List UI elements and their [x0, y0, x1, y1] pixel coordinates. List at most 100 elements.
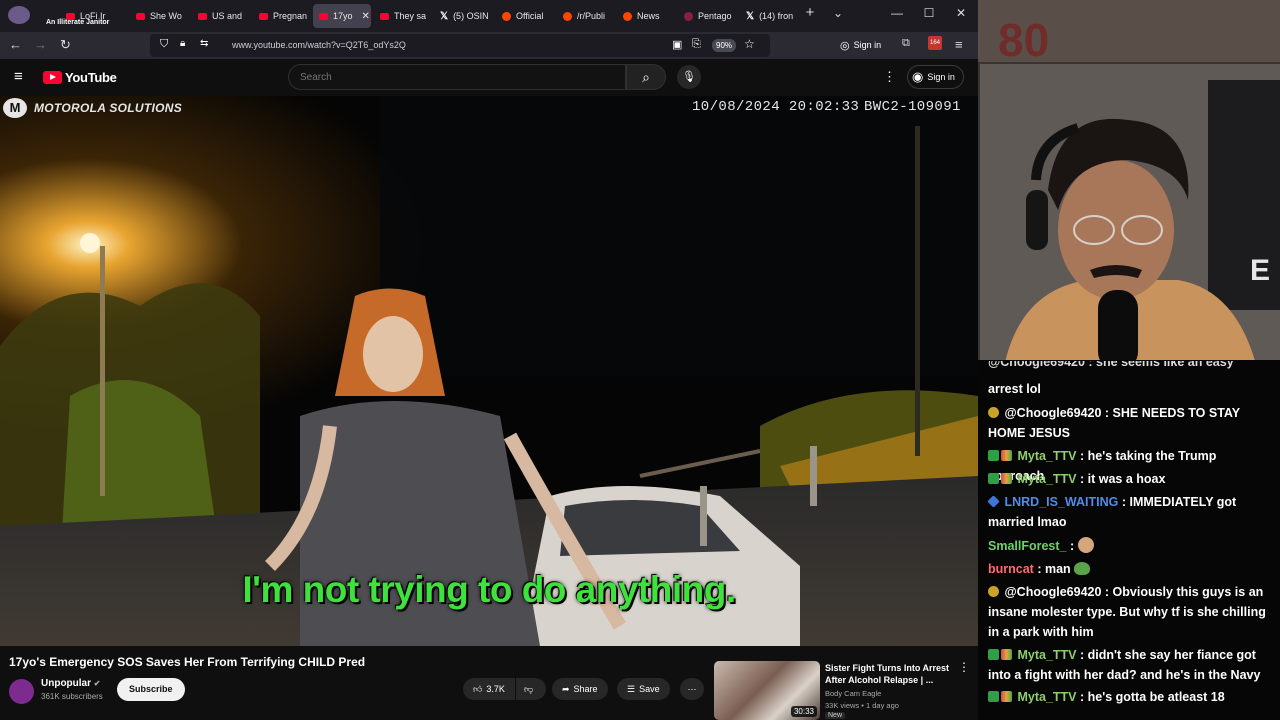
guide-menu-icon[interactable]: ≡ [14, 68, 23, 85]
browser-tab[interactable]: Official [496, 4, 554, 28]
save-button[interactable]: ☰ Save [617, 678, 670, 700]
recommended-channel[interactable]: Body Cam Eagle [825, 689, 881, 698]
url-text[interactable]: www.youtube.com/watch?v=Q2T6_odYs2Q [232, 40, 406, 50]
subscriber-count: 361K subscribers [41, 692, 103, 701]
browser-tab[interactable]: They sa [374, 4, 432, 28]
chat-text: man [1044, 562, 1071, 576]
chat-username[interactable]: burncat [988, 562, 1034, 576]
recommended-thumbnail[interactable]: 30:33 [714, 661, 820, 720]
address-bar[interactable]: ⛉ 🔒︎ ⇆ www.youtube.com/watch?v=Q2T6_odYs… [150, 34, 770, 57]
browser-tab[interactable]: Pregnan [253, 4, 311, 28]
share-button[interactable]: ➦ Share [552, 678, 608, 700]
chat-message-partial: @Choogle69420 : she seems like an easy [988, 361, 1234, 369]
supporter-badge-icon [1001, 691, 1012, 702]
maximize-icon[interactable]: ☐ [919, 6, 939, 20]
tab-label: 17yo [333, 11, 353, 21]
settings-kebab-icon[interactable]: ⋮ [883, 69, 896, 85]
browser-signin-button[interactable]: ◎ Sign in [840, 35, 881, 55]
chat-message: @Choogle69420 : she seems like an easy [988, 361, 1273, 381]
reddit-icon [563, 11, 572, 21]
chat-username[interactable]: Myta_TTV [1017, 648, 1076, 662]
sub-badge-icon [988, 586, 999, 597]
supporter-badge-icon [1001, 450, 1012, 461]
more-actions-button[interactable]: ⋯ [680, 678, 704, 700]
thinking-emote-icon [1077, 537, 1094, 553]
chat-username[interactable]: LNRD_IS_WAITING [1004, 495, 1118, 509]
video-info-area: 17yo's Emergency SOS Saves Her From Terr… [0, 646, 978, 720]
permissions-icon[interactable]: ⇆ [200, 38, 208, 49]
verified-badge-icon [988, 473, 999, 484]
browser-tab[interactable]: US and [192, 4, 252, 28]
pentagon-icon [684, 11, 693, 21]
browser-tab[interactable]: 𝕏 (14) fron [740, 4, 802, 28]
svg-text:E: E [1250, 254, 1270, 287]
forward-icon[interactable]: → [34, 37, 47, 52]
video-player[interactable]: M MOTOROLA SOLUTIONS 10/08/2024 20:02:33… [0, 96, 978, 646]
verified-badge-icon [988, 649, 999, 660]
close-tab-icon[interactable]: ✕ [362, 11, 370, 22]
browser-tab-bar: An Illiterate Janitor LoFi Ir She Wo US … [0, 0, 978, 32]
chat-username[interactable]: @Choogle69420 [1004, 406, 1101, 420]
extensions-icon[interactable]: ⧉ [902, 37, 910, 50]
channel-name[interactable]: Unpopular ✔ [41, 678, 100, 689]
profile-avatar[interactable] [8, 6, 30, 24]
search-box[interactable] [288, 64, 626, 90]
browser-tab[interactable]: /r/Publi [557, 4, 615, 28]
chat-username[interactable]: @Choogle69420 [1004, 585, 1101, 599]
verified-icon: ✔ [93, 679, 101, 688]
like-button[interactable]: 👍︎ 3.7K [463, 678, 515, 700]
tab-label: Pentago [698, 11, 732, 21]
tab-label: They sa [394, 11, 427, 21]
frog-emote-icon [1074, 562, 1091, 575]
youtube-signin-button[interactable]: ◉ Sign in [907, 65, 964, 89]
dislike-button[interactable]: 👎︎ [516, 678, 546, 700]
browser-tab-active[interactable]: 17yo ✕ [313, 4, 371, 28]
picture-in-picture-icon[interactable]: ▣ [672, 38, 682, 51]
browser-tab[interactable]: 𝕏 (5) OSIN [434, 4, 494, 28]
motorola-logo-icon: M [3, 98, 27, 118]
account-circle-icon: ◉ [912, 69, 924, 84]
chat-username[interactable]: Myta_TTV [1017, 472, 1076, 486]
more-horizontal-icon: ⋯ [687, 683, 697, 694]
recommended-title[interactable]: Sister Fight Turns Into Arrest After Alc… [825, 662, 955, 686]
bodycam-brand-label: MOTOROLA SOLUTIONS [34, 101, 183, 115]
extension-badge[interactable]: 164 [928, 36, 942, 50]
chat-username[interactable]: SmallForest_ [988, 539, 1067, 553]
recommended-kebab-icon[interactable]: ⋮ [958, 660, 970, 674]
chat-username[interactable]: Myta_TTV [1017, 449, 1076, 463]
supporter-badge-icon [1001, 649, 1012, 660]
browser-tab[interactable]: News [617, 4, 675, 28]
new-tab-icon[interactable]: + [800, 4, 820, 21]
chat-username[interactable]: Myta_TTV [1017, 690, 1076, 704]
browser-tab[interactable]: Pentago [678, 4, 738, 28]
new-badge: New [825, 712, 846, 719]
tab-label: Official [516, 11, 544, 21]
search-input[interactable] [298, 71, 598, 84]
thumbs-down-icon: 👎︎ [524, 683, 534, 694]
youtube-logo[interactable]: YouTube [43, 70, 117, 85]
minimize-icon[interactable]: — [887, 6, 907, 20]
chat-message: Myta_TTV : didn't she say her fiance got… [988, 648, 1261, 682]
search-button[interactable]: ⌕ [626, 64, 666, 90]
bookmark-star-icon[interactable]: ☆ [744, 37, 755, 51]
voice-search-button[interactable]: 🎙︎ [677, 65, 701, 89]
channel-avatar[interactable] [9, 679, 34, 704]
youtube-icon [319, 12, 328, 20]
zoom-level[interactable]: 90% [712, 39, 737, 52]
browser-tab[interactable]: LoFi Ir [60, 4, 128, 28]
verified-badge-icon [988, 450, 999, 461]
tab-list-chevron-icon[interactable]: ⌄ [828, 6, 848, 20]
browser-tab[interactable]: She Wo [130, 4, 190, 28]
close-window-icon[interactable]: ✕ [951, 6, 971, 20]
screenshot-icon[interactable]: ⎘ [692, 38, 701, 51]
chat-message: Myta_TTV : he's gotta be atleast 18 [988, 687, 1273, 707]
channel-name-text: Unpopular [41, 678, 91, 689]
lock-icon[interactable]: 🔒︎ [180, 38, 185, 49]
reload-icon[interactable]: ↻ [60, 37, 71, 53]
youtube-header: ≡ YouTube ⌕ 🎙︎ ⋮ ◉Sign in [0, 59, 978, 96]
tab-label: LoFi Ir [80, 11, 106, 21]
back-icon[interactable]: ← [9, 37, 22, 52]
shield-icon[interactable]: ⛉ [160, 38, 168, 51]
subscribe-button[interactable]: Subscribe [117, 678, 185, 701]
menu-hamburger-icon[interactable]: ≡ [955, 37, 963, 52]
